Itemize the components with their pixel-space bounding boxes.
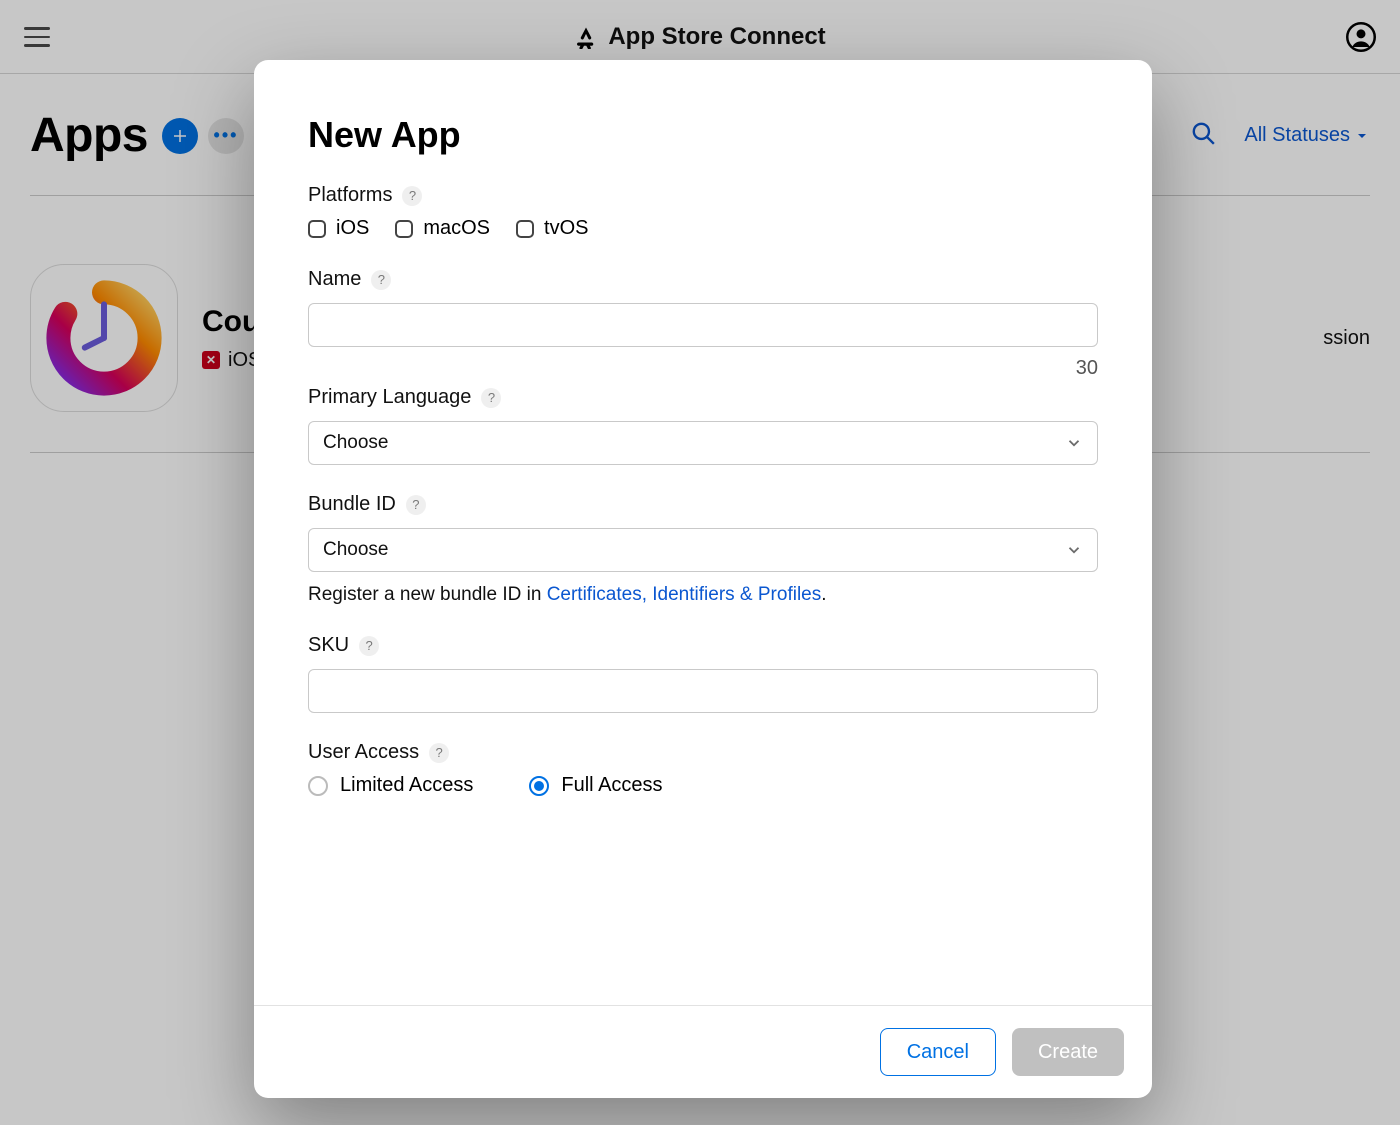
platform-macos-label: macOS	[423, 217, 490, 240]
name-input[interactable]	[308, 303, 1098, 347]
platform-ios-checkbox[interactable]: iOS	[308, 217, 369, 240]
cancel-button[interactable]: Cancel	[880, 1028, 996, 1076]
platform-tvos-checkbox[interactable]: tvOS	[516, 217, 588, 240]
name-char-limit: 30	[308, 357, 1098, 380]
user-access-full-radio[interactable]: Full Access	[529, 774, 662, 797]
help-icon[interactable]: ?	[429, 743, 449, 763]
help-icon[interactable]: ?	[406, 495, 426, 515]
sku-label: SKU	[308, 634, 349, 657]
bundle-id-hint: Register a new bundle ID in Certificates…	[308, 584, 1098, 606]
name-label: Name	[308, 268, 361, 291]
help-icon[interactable]: ?	[359, 636, 379, 656]
new-app-modal: New App Platforms ? iOS macOS tvOS Name …	[254, 60, 1152, 1098]
help-icon[interactable]: ?	[371, 270, 391, 290]
sku-input[interactable]	[308, 669, 1098, 713]
platform-macos-checkbox[interactable]: macOS	[395, 217, 490, 240]
help-icon[interactable]: ?	[481, 388, 501, 408]
primary-language-value: Choose	[323, 432, 389, 454]
user-access-label: User Access	[308, 741, 419, 764]
modal-title: New App	[308, 114, 1098, 156]
platform-ios-label: iOS	[336, 217, 369, 240]
certificates-link[interactable]: Certificates, Identifiers & Profiles	[547, 584, 822, 605]
user-access-limited-radio[interactable]: Limited Access	[308, 774, 473, 797]
user-access-limited-label: Limited Access	[340, 774, 473, 797]
primary-language-label: Primary Language	[308, 386, 471, 409]
help-icon[interactable]: ?	[402, 186, 422, 206]
platform-tvos-label: tvOS	[544, 217, 588, 240]
chevron-down-icon	[1065, 434, 1083, 452]
create-button[interactable]: Create	[1012, 1028, 1124, 1076]
user-access-full-label: Full Access	[561, 774, 662, 797]
bundle-id-value: Choose	[323, 539, 389, 561]
primary-language-select[interactable]: Choose	[308, 421, 1098, 465]
bundle-id-label: Bundle ID	[308, 493, 396, 516]
platforms-label: Platforms	[308, 184, 392, 207]
bundle-id-select[interactable]: Choose	[308, 528, 1098, 572]
chevron-down-icon	[1065, 541, 1083, 559]
